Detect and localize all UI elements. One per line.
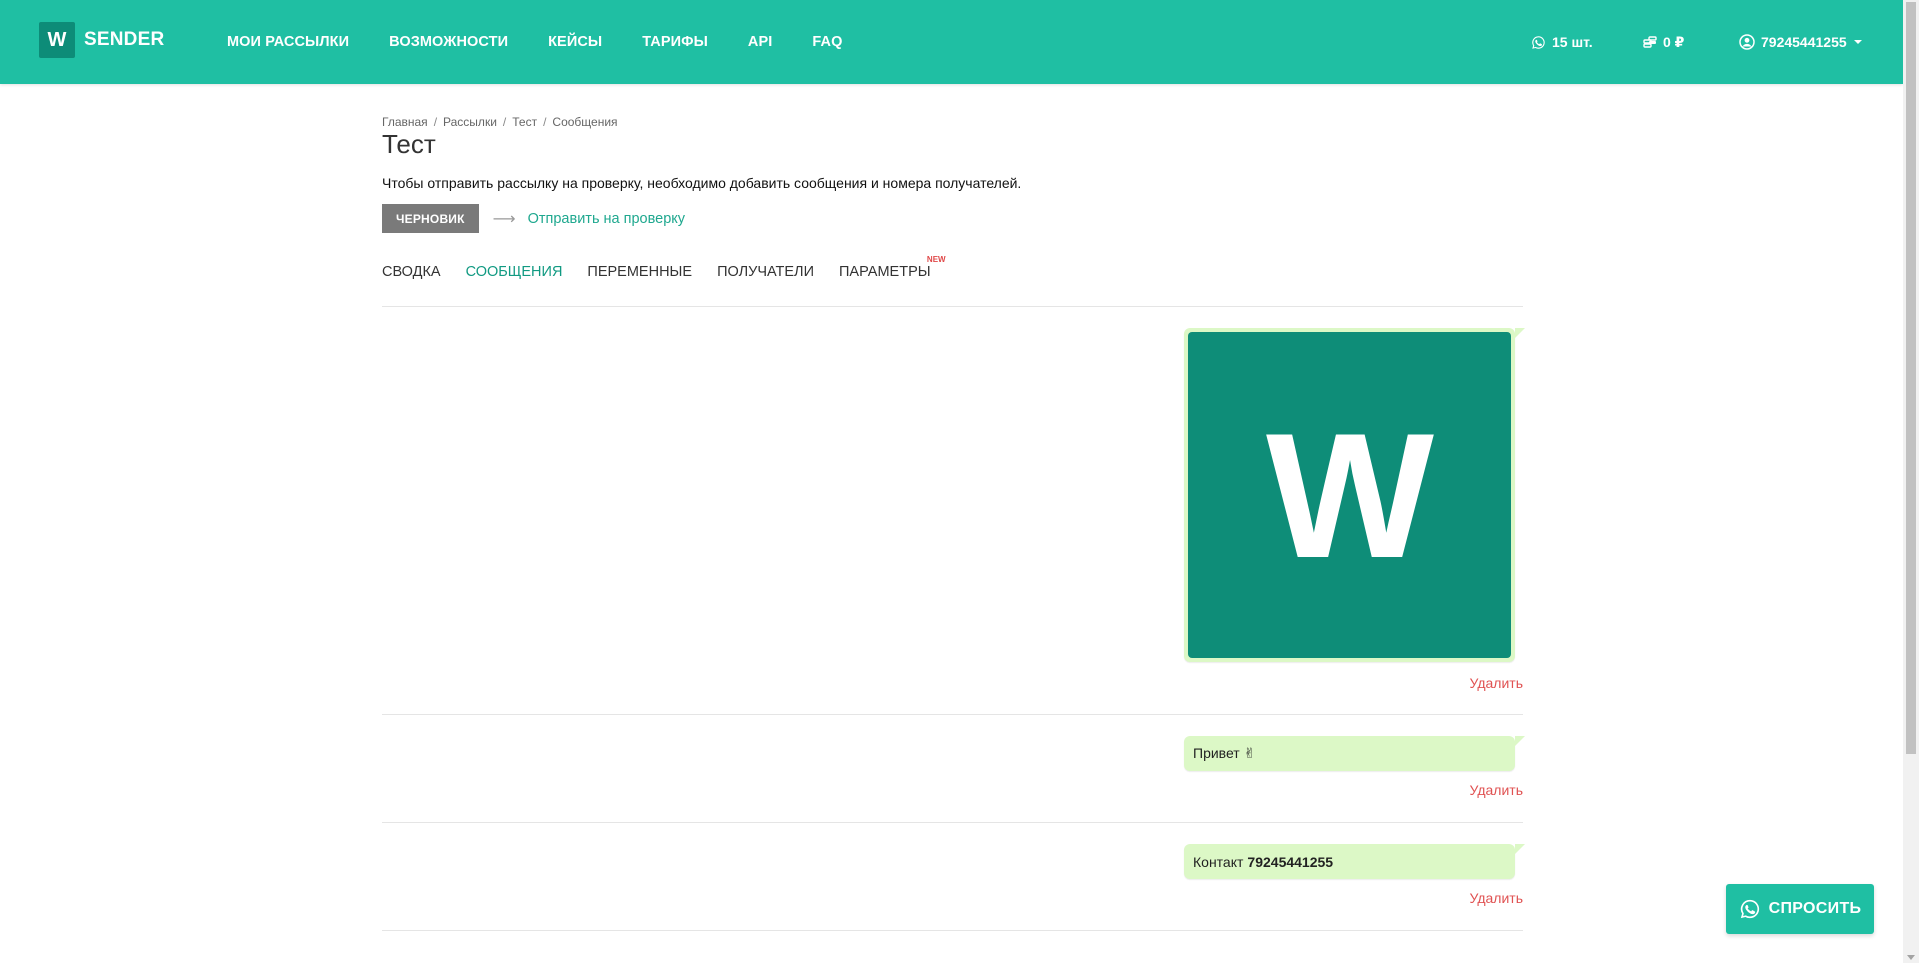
vertical-scrollbar[interactable] (1903, 0, 1919, 963)
balance-text: 0 ₽ (1663, 33, 1685, 50)
send-for-review-link[interactable]: Отправить на проверку (528, 211, 685, 227)
ask-button-label: СПРОСИТЬ (1768, 900, 1862, 917)
divider (382, 822, 1523, 823)
tabs: СВОДКА СООБЩЕНИЯ ПЕРЕМЕННЫЕ ПОЛУЧАТЕЛИ П… (382, 255, 956, 280)
tab-messages[interactable]: СООБЩЕНИЯ (466, 264, 563, 280)
breadcrumb-home[interactable]: Главная (382, 115, 428, 129)
nav-api[interactable]: API (748, 34, 772, 50)
contact-label: Контакт (1193, 853, 1244, 870)
tab-recipients[interactable]: ПОЛУЧАТЕЛИ (717, 264, 814, 280)
info-text: Чтобы отправить рассылку на проверку, не… (382, 175, 1022, 191)
tab-variables[interactable]: ПЕРЕМЕННЫЕ (587, 264, 692, 280)
w-logo-image: W (1265, 415, 1433, 575)
scroll-down-arrow-icon[interactable] (1907, 955, 1915, 960)
account-menu[interactable]: 79245441255 (1739, 0, 1862, 84)
nav-features[interactable]: ВОЗМОЖНОСТИ (389, 34, 508, 50)
delete-message-1-link[interactable]: Удалить (1470, 675, 1523, 691)
breadcrumb: Главная / Рассылки / Тест / Сообщения (382, 115, 618, 129)
contact-number: 79245441255 (1247, 853, 1334, 870)
arrow-right-icon: ⟶ (492, 210, 516, 228)
breadcrumb-mailings[interactable]: Рассылки (443, 115, 497, 129)
status-row: ЧЕРНОВИК ⟶ Отправить на проверку (382, 204, 685, 233)
nav-my-mailings[interactable]: МОИ РАССЫЛКИ (227, 34, 349, 50)
page-title: Тест (382, 129, 436, 159)
text-message-bubble: Привет ✌ (1184, 736, 1515, 771)
user-circle-icon (1739, 34, 1755, 50)
main-nav: МОИ РАССЫЛКИ ВОЗМОЖНОСТИ КЕЙСЫ ТАРИФЫ AP… (227, 0, 883, 84)
draft-status-badge: ЧЕРНОВИК (382, 204, 479, 233)
breadcrumb-separator: / (543, 115, 547, 129)
divider (382, 930, 1523, 931)
chevron-down-icon (1853, 40, 1862, 44)
message-text: Привет ✌ (1193, 745, 1256, 761)
bubble-tail (1515, 736, 1525, 746)
bubble-tail (1515, 328, 1525, 338)
new-badge: NEW (926, 255, 946, 264)
image-message-bubble: W (1184, 328, 1515, 662)
divider (382, 714, 1523, 715)
whatsapp-icon (1740, 899, 1759, 919)
tab-summary[interactable]: СВОДКА (382, 264, 441, 280)
nav-cases[interactable]: КЕЙСЫ (548, 34, 602, 50)
ask-button[interactable]: СПРОСИТЬ (1726, 884, 1874, 934)
logo-text: SENDER (84, 29, 165, 50)
account-number: 79245441255 (1761, 34, 1847, 50)
tab-parameters[interactable]: ПАРАМЕТРЫ NEW (839, 255, 946, 280)
breadcrumb-test[interactable]: Тест (512, 115, 537, 129)
message-image: W (1188, 332, 1511, 658)
contact-message-bubble: Контакт 79245441255 (1184, 844, 1515, 879)
top-navbar: W SENDER МОИ РАССЫЛКИ ВОЗМОЖНОСТИ КЕЙСЫ … (0, 0, 1903, 84)
breadcrumb-current: Сообщения (552, 115, 618, 129)
whatsapp-count[interactable]: 15 шт. (1531, 0, 1593, 84)
logo[interactable]: W SENDER (39, 22, 164, 58)
delete-message-3-link[interactable]: Удалить (1470, 890, 1523, 906)
nav-tariffs[interactable]: ТАРИФЫ (642, 34, 708, 50)
breadcrumb-separator: / (502, 115, 507, 129)
bubble-tail (1515, 844, 1525, 854)
nav-faq[interactable]: FAQ (812, 34, 842, 50)
logo-mark: W (39, 22, 75, 58)
balance[interactable]: 0 ₽ (1643, 0, 1684, 84)
whatsapp-count-text: 15 шт. (1552, 34, 1593, 50)
divider (382, 306, 1523, 307)
coins-icon (1643, 35, 1657, 50)
breadcrumb-separator: / (433, 115, 438, 129)
w-logo-letter: W (1265, 415, 1433, 575)
whatsapp-icon (1531, 35, 1546, 50)
scrollbar-thumb[interactable] (1906, 2, 1916, 754)
delete-message-2-link[interactable]: Удалить (1470, 782, 1523, 798)
tab-parameters-label: ПАРАМЕТРЫ (839, 264, 931, 280)
